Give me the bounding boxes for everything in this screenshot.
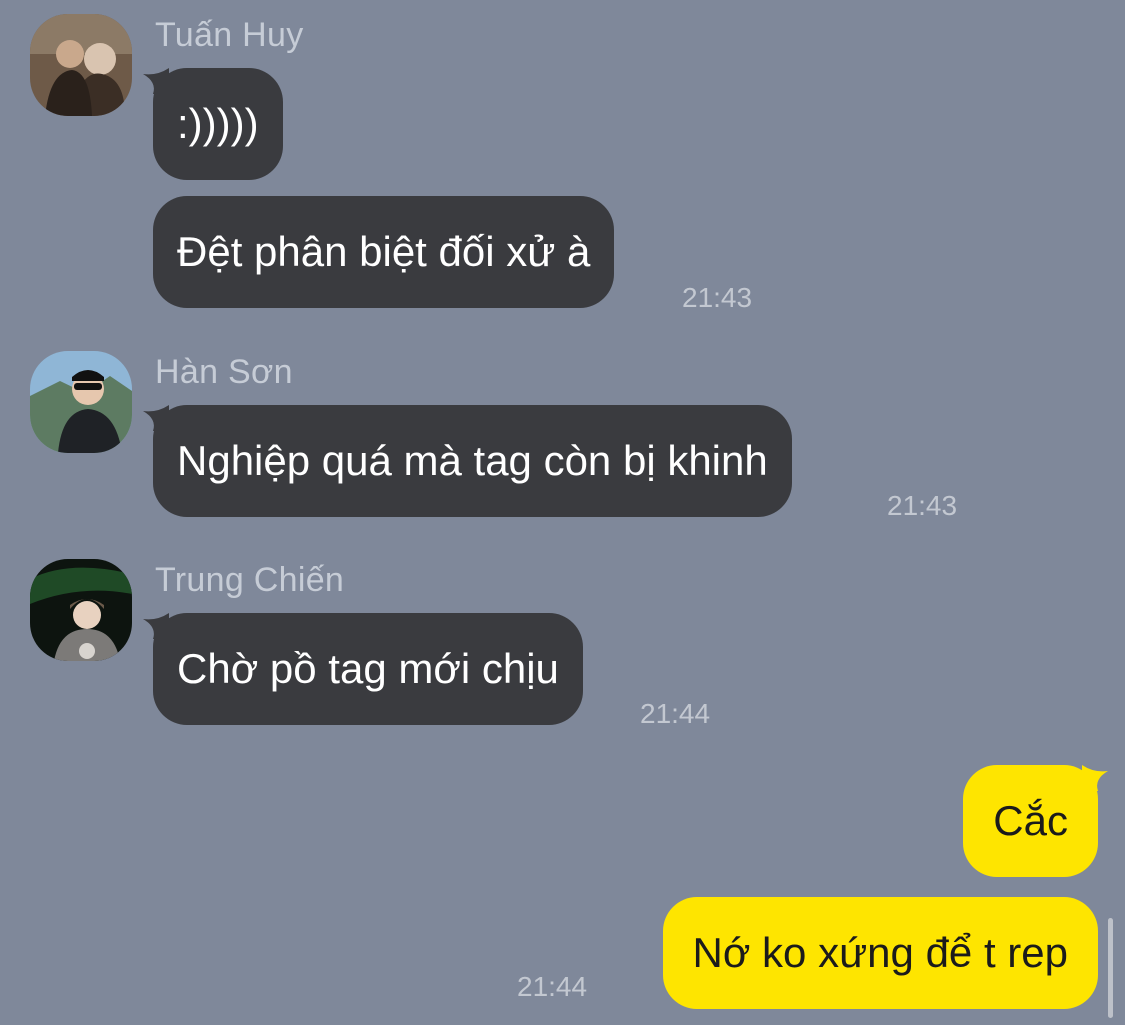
message-timestamp: 21:44 [517, 971, 588, 1002]
bubble-tail [143, 613, 169, 639]
my-message-bubble[interactable]: Cắc [963, 765, 1108, 877]
chat-area[interactable]: Tuấn Huy :))))) Đệt phân biệt đối xử à 2… [0, 0, 1125, 1025]
message-timestamp: 21:43 [887, 490, 958, 521]
message-bubble[interactable]: Chờ pồ tag mới chịu [143, 613, 583, 725]
scrollbar[interactable] [1108, 918, 1113, 1018]
bubble-tail [143, 405, 169, 431]
sender-name: Trung Chiến [155, 561, 345, 599]
bubble-tail [143, 68, 169, 94]
my-message-bubble[interactable]: Nớ ko xứng để t rep [662, 897, 1098, 1009]
message-bubble[interactable]: Nghiệp quá mà tag còn bị khinh [143, 405, 792, 517]
message-bubble[interactable]: :))))) [143, 68, 283, 180]
message-text: :))))) [177, 100, 259, 147]
avatar-trung-chien[interactable] [30, 559, 132, 661]
message-timestamp: 21:44 [640, 698, 711, 729]
message-text: Nớ ko xứng để t rep [692, 929, 1069, 976]
message-text: Nghiệp quá mà tag còn bị khinh [177, 437, 768, 484]
message-text: Đệt phân biệt đối xử à [177, 228, 591, 275]
message-text: Cắc [993, 797, 1068, 844]
avatar-tuan-huy[interactable] [30, 14, 132, 116]
sender-name: Hàn Sơn [155, 353, 293, 391]
bubble-tail [1082, 765, 1108, 791]
sender-name: Tuấn Huy [155, 16, 304, 54]
message-text: Chờ pồ tag mới chịu [177, 645, 559, 692]
message-bubble[interactable]: Đệt phân biệt đối xử à [153, 196, 615, 308]
message-timestamp: 21:43 [682, 282, 753, 313]
avatar-han-son[interactable] [30, 351, 132, 453]
